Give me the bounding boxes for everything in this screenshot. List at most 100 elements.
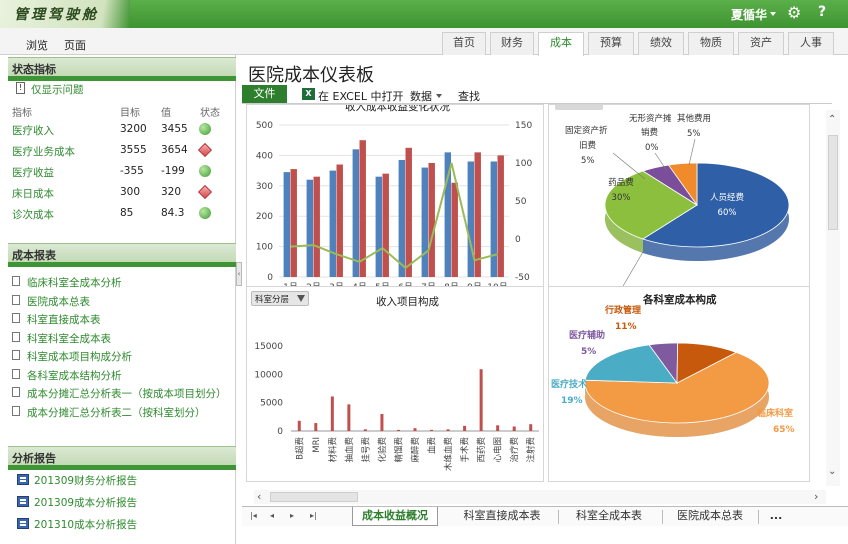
excel-icon: X: [302, 88, 315, 100]
data-menu[interactable]: 数据: [410, 88, 432, 104]
kpi-value: 320: [161, 186, 182, 198]
slice-pct: 5%: [581, 347, 596, 357]
document-icon: [12, 387, 20, 397]
kpi-name[interactable]: 医疗收益: [12, 165, 54, 180]
filter-icon[interactable]: [297, 295, 305, 302]
bar-收入: [283, 172, 291, 277]
prev-sheet-icon[interactable]: ◂: [270, 511, 274, 520]
income-items-chart-panel: 科室分层 收入项目构成 0 5000 10000 15000 B超费 MRI 材料费 抽血费挂…: [246, 286, 544, 482]
nav-browse[interactable]: 浏览: [26, 37, 48, 53]
slice-label: 其他费用: [677, 113, 711, 124]
tab-hr[interactable]: 人事: [788, 32, 834, 55]
scroll-up-icon[interactable]: ⌃: [828, 114, 836, 125]
x-tick-label: 注射费: [526, 437, 537, 463]
show-issues-link[interactable]: 仅显示问题: [31, 82, 84, 97]
vertical-scrollbar[interactable]: ⌃ ⌄: [826, 110, 840, 486]
section-divider: [8, 76, 236, 81]
kpi-name[interactable]: 床日成本: [12, 186, 54, 201]
y-tick-label: 5000: [260, 399, 283, 409]
analysis-link[interactable]: 201310成本分析报告: [34, 517, 137, 532]
kpi-name[interactable]: 医疗业务成本: [12, 144, 75, 159]
document-icon: [12, 313, 20, 323]
file-menu-button[interactable]: 文件: [242, 85, 287, 103]
kpi-name[interactable]: 诊次成本: [12, 207, 54, 222]
report-link[interactable]: 医院成本总表: [27, 294, 90, 309]
kpi-name[interactable]: 医疗收入: [12, 123, 54, 138]
tab-separator: [558, 510, 559, 524]
y-tick-label: 0: [277, 427, 283, 437]
bar-成本: [428, 163, 435, 277]
sheet-tab-hospital-total[interactable]: 医院成本总表: [668, 507, 752, 526]
slice-pct: 60%: [718, 208, 737, 218]
analysis-link[interactable]: 201309财务分析报告: [34, 473, 137, 488]
section-divider: [8, 465, 236, 470]
sheet-tab-dept-full[interactable]: 科室全成本表: [564, 507, 654, 526]
bar: [430, 429, 434, 431]
y2-tick-label: 100: [515, 159, 532, 169]
header-target: 目标: [120, 108, 140, 119]
slice-pct: 5%: [581, 156, 595, 166]
report-file-icon: [17, 518, 29, 529]
bar: [446, 429, 450, 431]
find-button[interactable]: 查找: [458, 88, 480, 104]
nav-page[interactable]: 页面: [64, 37, 86, 53]
report-link[interactable]: 科室科室全成本表: [27, 331, 111, 346]
y-tick-label: 400: [256, 151, 273, 161]
status-section-title: 状态指标: [8, 57, 236, 76]
kpi-target: 3200: [120, 123, 147, 135]
report-link[interactable]: 科室成本项目构成分析: [27, 349, 132, 364]
bar: [396, 429, 400, 431]
tab-performance[interactable]: 绩效: [638, 32, 684, 55]
slice-label: 临床科室: [757, 407, 793, 419]
bar: [529, 424, 533, 431]
x-tick-label: 治疗费: [509, 437, 520, 463]
report-link[interactable]: 临床科室全成本分析: [27, 275, 122, 290]
chevron-down-icon[interactable]: [436, 94, 442, 98]
bar: [330, 396, 334, 431]
y2-tick-label: 50: [515, 197, 527, 207]
tab-assets[interactable]: 资产: [738, 32, 784, 55]
report-link[interactable]: 科室直接成本表: [27, 312, 101, 327]
bar-成本: [336, 164, 343, 277]
tab-finance[interactable]: 财务: [490, 32, 534, 55]
more-sheets-button[interactable]: ...: [762, 507, 790, 526]
scroll-thumb[interactable]: [828, 135, 838, 230]
scroll-right-icon[interactable]: ›: [814, 490, 818, 503]
ribbon: 文件 X 在 EXCEL 中打开 数据 查找: [242, 85, 832, 104]
help-icon[interactable]: ?: [818, 4, 826, 20]
y-tick-label: 200: [256, 212, 273, 222]
gear-icon[interactable]: ⚙: [787, 3, 801, 22]
report-link[interactable]: 各科室成本结构分析: [27, 368, 122, 383]
chart-title: 收入项目构成: [376, 296, 439, 308]
sheet-tab-dept-direct[interactable]: 科室直接成本表: [452, 507, 552, 526]
first-sheet-icon[interactable]: |◂: [250, 511, 257, 520]
tab-budget[interactable]: 预算: [588, 32, 634, 55]
tab-home[interactable]: 首页: [442, 32, 486, 55]
open-in-excel-button[interactable]: 在 EXCEL 中打开: [318, 88, 403, 104]
scroll-down-icon[interactable]: ⌄: [828, 466, 836, 477]
slice-pct: 30%: [612, 193, 631, 203]
tab-materials[interactable]: 物质: [688, 32, 734, 55]
report-file-icon: [17, 474, 29, 485]
last-sheet-icon[interactable]: ▸|: [310, 511, 317, 520]
scroll-left-icon[interactable]: ‹: [257, 490, 261, 503]
filter-dropdown[interactable]: [555, 105, 603, 110]
info-icon: !: [16, 82, 25, 94]
user-menu[interactable]: 夏循华: [731, 6, 767, 23]
report-link[interactable]: 成本分摊汇总分析表二（按科室划分）: [27, 405, 206, 420]
chevron-down-icon[interactable]: [770, 12, 776, 16]
report-link[interactable]: 成本分摊汇总分析表一（按成本项目划分）: [27, 386, 227, 401]
next-sheet-icon[interactable]: ▸: [290, 511, 294, 520]
bar: [512, 426, 516, 431]
bar: [363, 429, 367, 431]
document-icon: [12, 332, 20, 342]
horizontal-scrollbar[interactable]: ‹ ›: [254, 490, 826, 504]
status-good-icon: [199, 165, 211, 177]
tab-cost[interactable]: 成本: [538, 32, 584, 56]
analysis-link[interactable]: 201309成本分析报告: [34, 495, 137, 510]
line-收益: [290, 162, 498, 270]
bar-收入: [375, 176, 383, 277]
bar-收入: [329, 170, 337, 277]
scroll-thumb[interactable]: [270, 492, 358, 502]
sheet-tab-overview[interactable]: 成本收益概况: [352, 507, 438, 526]
